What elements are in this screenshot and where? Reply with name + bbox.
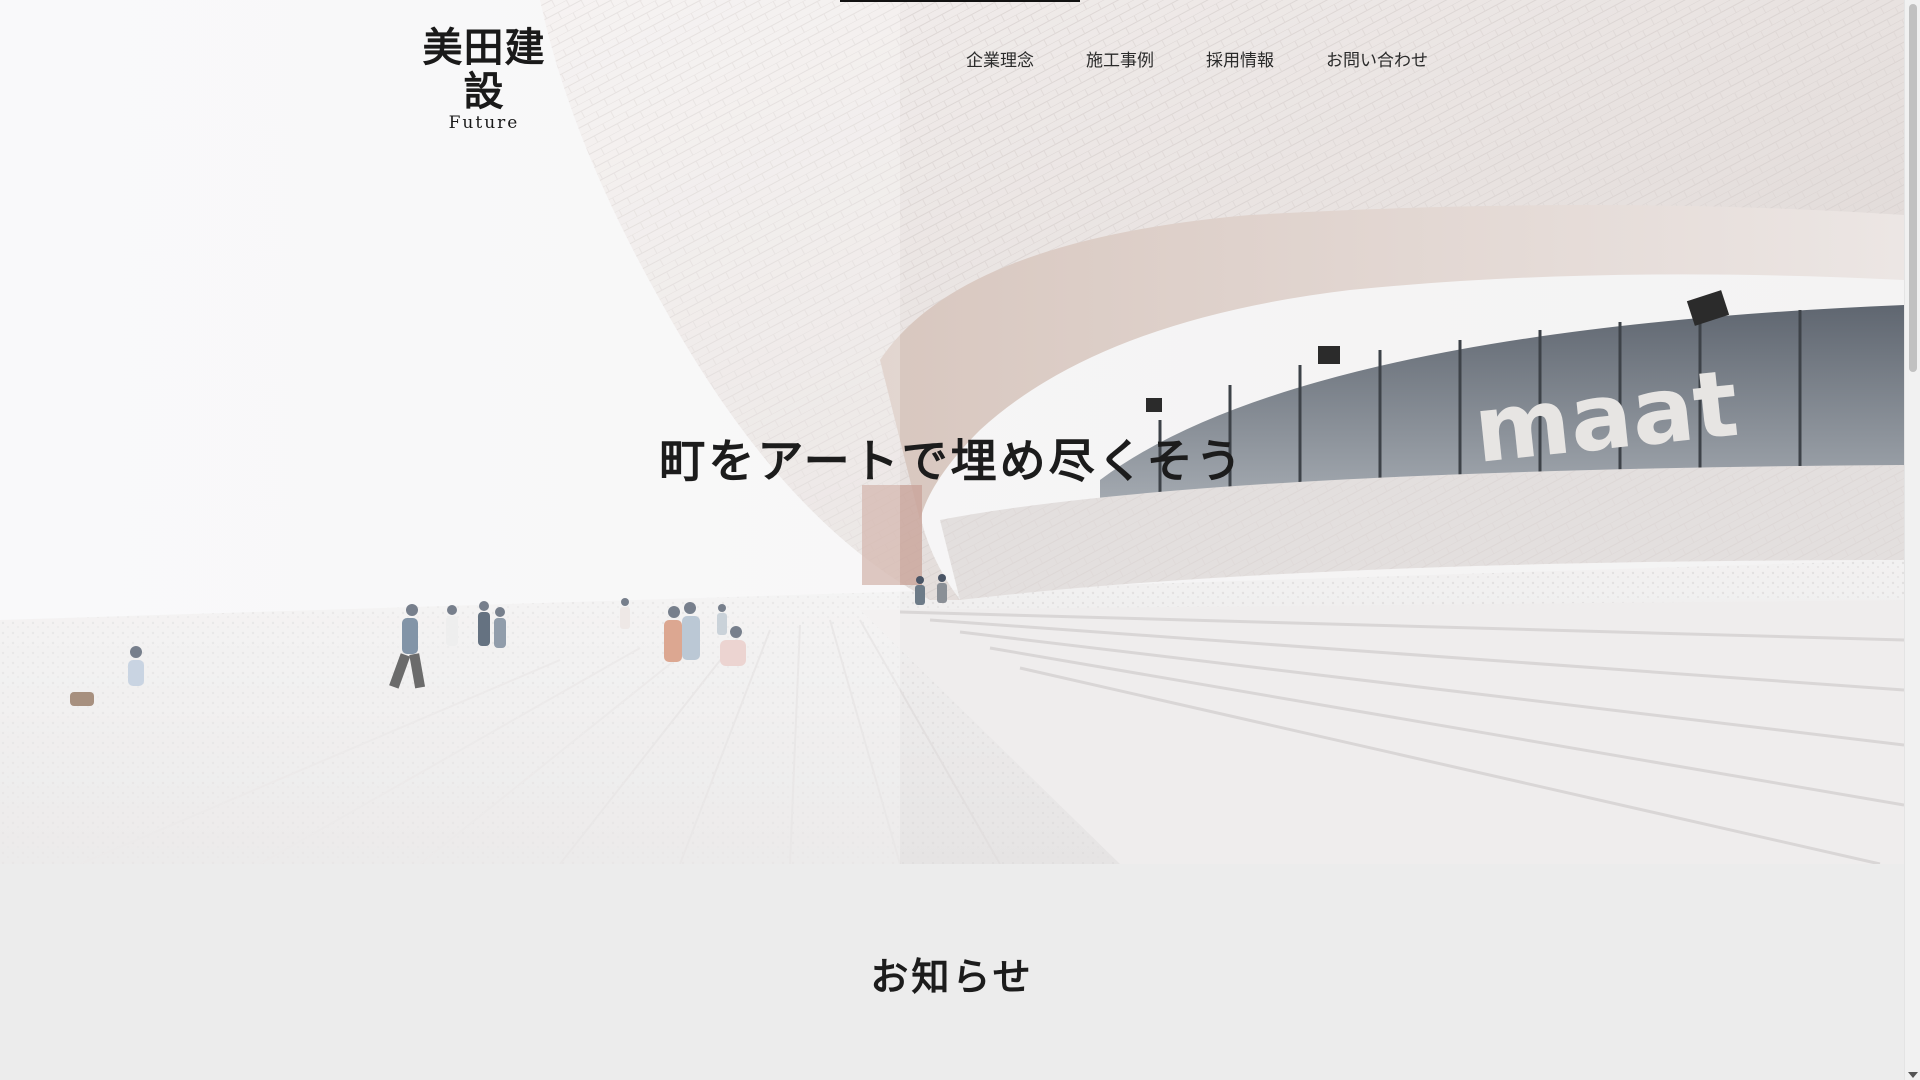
nav-item-works[interactable]: 施工事例 (1086, 46, 1154, 71)
notice-section: お知らせ (0, 864, 1904, 1080)
hero-tagline: 町をアートで埋め尽くそう (659, 434, 1245, 488)
notice-title: お知らせ (870, 954, 1034, 999)
nav-item-contact[interactable]: お問い合わせ (1326, 46, 1428, 71)
hero-section: maat 美田建設 Future 企業理念 施工事例 採用情報 お問い合わせ 町… (0, 0, 1904, 864)
site-logo[interactable]: 美田建設 Future (404, 26, 564, 132)
logo-sub-text: Future (448, 113, 520, 133)
nav-item-recruit[interactable]: 採用情報 (1206, 46, 1274, 71)
scroll-down-arrow-icon[interactable] (1908, 1072, 1918, 1078)
logo-main-text: 美田建設 (422, 25, 546, 115)
page: maat 美田建設 Future 企業理念 施工事例 採用情報 お問い合わせ 町… (0, 0, 1904, 1080)
scrollbar-thumb[interactable] (1909, 4, 1917, 372)
nav-item-philosophy[interactable]: 企業理念 (966, 46, 1034, 71)
site-header: 美田建設 Future 企業理念 施工事例 採用情報 お問い合わせ (0, 0, 1904, 132)
vertical-scrollbar[interactable] (1904, 0, 1920, 1080)
main-nav: 企業理念 施工事例 採用情報 お問い合わせ (966, 46, 1480, 71)
active-indicator-line (840, 0, 1080, 2)
